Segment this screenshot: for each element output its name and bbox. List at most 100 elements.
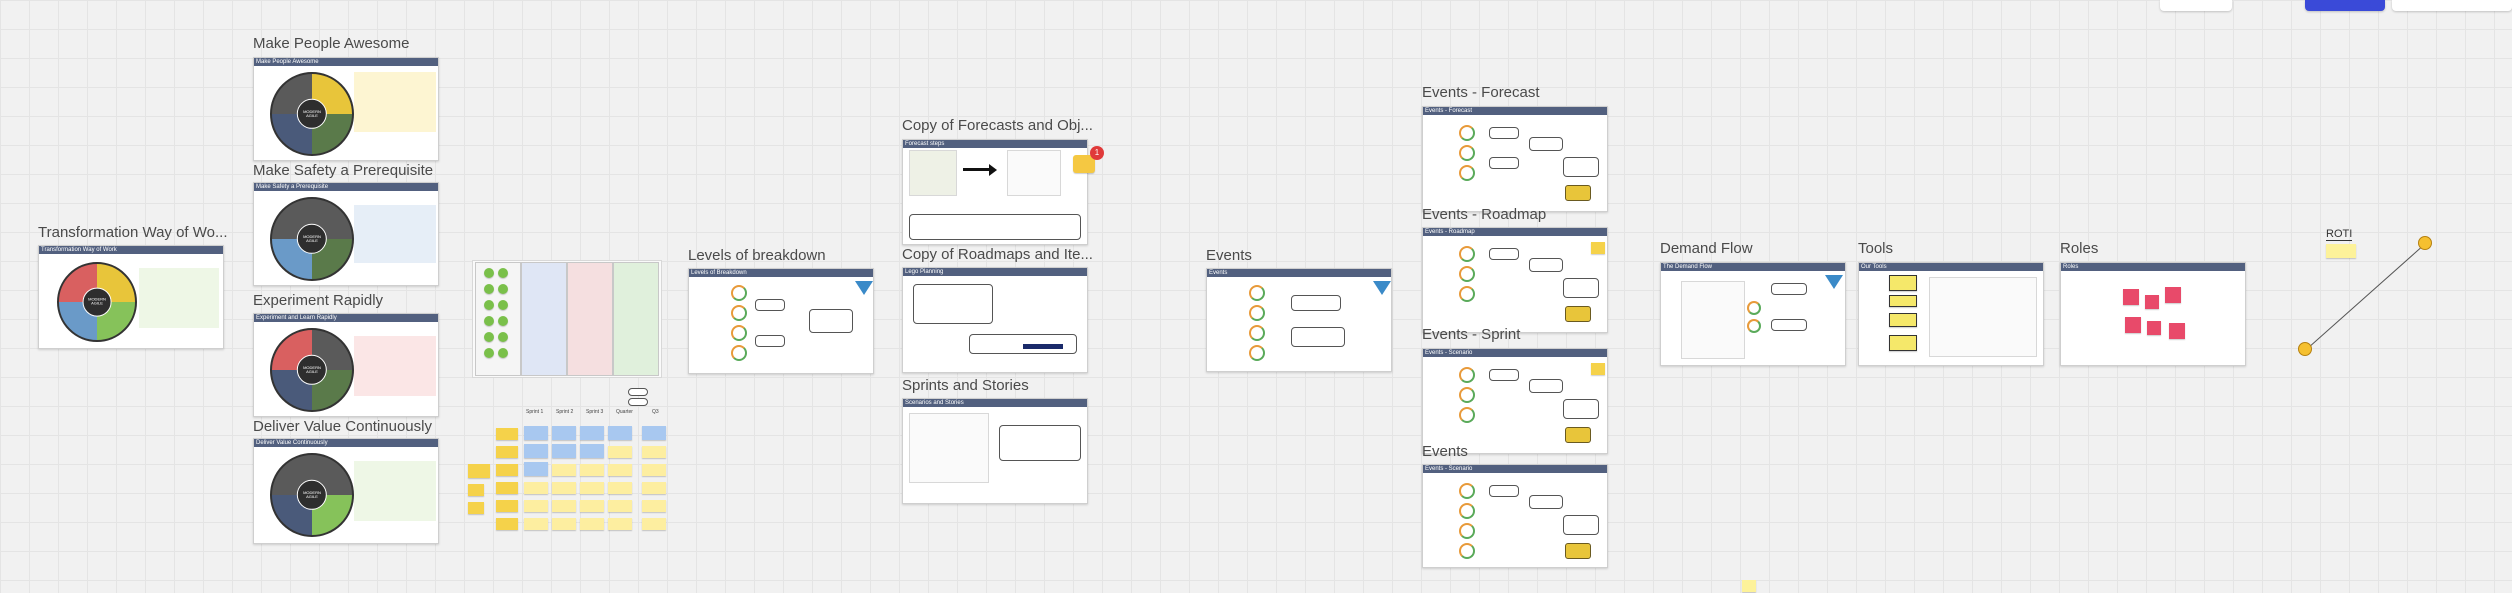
frame-title-deliver[interactable]: Deliver Value Continuously: [253, 418, 432, 435]
sticky-note[interactable]: [1889, 313, 1917, 327]
frame-title-safety[interactable]: Make Safety a Prerequisite: [253, 162, 433, 179]
sticky-note[interactable]: [496, 500, 518, 512]
sticky-note[interactable]: [608, 464, 632, 476]
frame-title-events-forecast[interactable]: Events - Forecast: [1422, 84, 1540, 101]
sticky-note[interactable]: [496, 446, 518, 458]
sticky-note[interactable]: [608, 446, 632, 458]
sticky-note[interactable]: [552, 464, 576, 476]
sticky-grid[interactable]: Sprint 1 Sprint 2 Sprint 3 Quarter Q3: [468, 388, 678, 538]
frame-title-roadmaps[interactable]: Copy of Roadmaps and Ite...: [902, 246, 1093, 263]
role-sticky[interactable]: [2123, 289, 2139, 305]
frame-transformation[interactable]: Transformation Way of Work MODERN AGILE: [38, 245, 224, 349]
frame-events-roadmap[interactable]: Events - Roadmap: [1422, 227, 1608, 333]
sticky-note[interactable]: [524, 482, 548, 494]
frame-title-demand[interactable]: Demand Flow: [1660, 240, 1753, 257]
sticky-note[interactable]: [552, 500, 576, 512]
frame-forecasts[interactable]: Forecast steps: [902, 139, 1088, 245]
frame-title-tools[interactable]: Tools: [1858, 240, 1893, 257]
sticky-note[interactable]: [608, 426, 632, 440]
sticky-note[interactable]: [1889, 295, 1917, 307]
frame-title-events-sprint[interactable]: Events - Sprint: [1422, 326, 1520, 343]
sticky-note[interactable]: [608, 482, 632, 494]
sticky-note[interactable]: [1889, 335, 1917, 351]
sticky-note[interactable]: [642, 500, 666, 512]
role-sticky[interactable]: [2169, 323, 2185, 339]
sticky-note[interactable]: [496, 464, 518, 476]
frame-title-events-roadmap[interactable]: Events - Roadmap: [1422, 206, 1546, 223]
role-sticky[interactable]: [2147, 321, 2161, 335]
frame-title-events[interactable]: Events: [1206, 247, 1252, 264]
sticky-note[interactable]: [580, 426, 604, 440]
sticky-note[interactable]: [468, 464, 490, 478]
green-dot: [498, 332, 508, 342]
sticky-note[interactable]: [496, 428, 518, 440]
modern-agile-wheel: MODERN AGILE: [270, 328, 354, 412]
sticky-note[interactable]: [608, 518, 632, 530]
sticky-note[interactable]: [524, 518, 548, 530]
sticky-note[interactable]: [524, 444, 548, 458]
note-bubble: [1529, 137, 1563, 151]
frame-title-roles[interactable]: Roles: [2060, 240, 2098, 257]
sticky-note[interactable]: [1889, 275, 1917, 291]
role-sticky[interactable]: [2145, 295, 2159, 309]
role-sticky[interactable]: [2165, 287, 2181, 303]
frame-tools[interactable]: Our Tools: [1858, 262, 2044, 366]
frame-sprints[interactable]: Scenarios and Stories: [902, 398, 1088, 504]
sticky-note[interactable]: [608, 500, 632, 512]
frame-title-levels[interactable]: Levels of breakdown: [688, 247, 826, 264]
frame-header: Deliver Value Continuously: [254, 439, 438, 447]
sticky-note[interactable]: [496, 518, 518, 530]
frame-deliver[interactable]: Deliver Value Continuously MODERN AGILE: [253, 438, 439, 544]
sticky-note[interactable]: [524, 500, 548, 512]
sticky-note[interactable]: [642, 482, 666, 494]
sticky-note[interactable]: [580, 482, 604, 494]
toolbar-left[interactable]: [2160, 0, 2232, 11]
sticky-note[interactable]: [642, 446, 666, 458]
sticky-note[interactable]: [1591, 363, 1605, 375]
small-sticky[interactable]: [1742, 580, 1756, 592]
level-ring: [731, 325, 747, 341]
sticky-note[interactable]: [496, 482, 518, 494]
frame-awesome[interactable]: Make People Awesome MODERN AGILE: [253, 57, 439, 161]
sticky-note[interactable]: [580, 518, 604, 530]
frame-events-forecast[interactable]: Events - Forecast: [1422, 106, 1608, 212]
sticky-note[interactable]: [552, 518, 576, 530]
sticky-note[interactable]: [642, 426, 666, 440]
frame-title-forecasts[interactable]: Copy of Forecasts and Obj...: [902, 117, 1093, 134]
frame-header: Levels of Breakdown: [689, 269, 873, 277]
toolbar-share-button[interactable]: [2305, 0, 2385, 11]
sticky-note[interactable]: [642, 518, 666, 530]
sticky-note[interactable]: [580, 500, 604, 512]
sticky-note[interactable]: [552, 426, 576, 440]
frame-title-awesome[interactable]: Make People Awesome: [253, 35, 409, 52]
note-bubble: [913, 284, 993, 324]
toolbar-right[interactable]: [2392, 0, 2512, 11]
sticky-note[interactable]: [552, 444, 576, 458]
frame-safety[interactable]: Make Safety a Prerequisite MODERN AGILE: [253, 182, 439, 286]
sticky-note[interactable]: [552, 482, 576, 494]
green-dot: [484, 300, 494, 310]
sticky-note[interactable]: [1591, 242, 1605, 254]
frame-title-sprints[interactable]: Sprints and Stories: [902, 377, 1029, 394]
frame-experiment[interactable]: Experiment and Learn Rapidly MODERN AGIL…: [253, 313, 439, 417]
sticky-note[interactable]: [580, 464, 604, 476]
sticky-note[interactable]: [524, 426, 548, 440]
frame-title-transformation[interactable]: Transformation Way of Wo...: [38, 224, 228, 241]
frame-title-events-2[interactable]: Events: [1422, 443, 1468, 460]
sticky-note[interactable]: [468, 484, 484, 496]
frame-events-sprint[interactable]: Events - Scenario: [1422, 348, 1608, 454]
bus-icon: [1565, 543, 1591, 559]
text-block: [354, 205, 436, 263]
frame-events[interactable]: Events: [1206, 268, 1392, 372]
frame-demand[interactable]: The Demand Flow: [1660, 262, 1846, 366]
frame-events-2[interactable]: Events - Scenario: [1422, 464, 1608, 568]
sticky-note[interactable]: [524, 462, 548, 476]
frame-roadmaps[interactable]: Lego Planning: [902, 267, 1088, 373]
frame-title-experiment[interactable]: Experiment Rapidly: [253, 292, 383, 309]
sticky-note[interactable]: [580, 444, 604, 458]
frame-levels[interactable]: Levels of Breakdown: [688, 268, 874, 374]
sticky-note[interactable]: [642, 464, 666, 476]
role-sticky[interactable]: [2125, 317, 2141, 333]
frame-roles[interactable]: Roles: [2060, 262, 2246, 366]
sticky-note[interactable]: [468, 502, 484, 514]
